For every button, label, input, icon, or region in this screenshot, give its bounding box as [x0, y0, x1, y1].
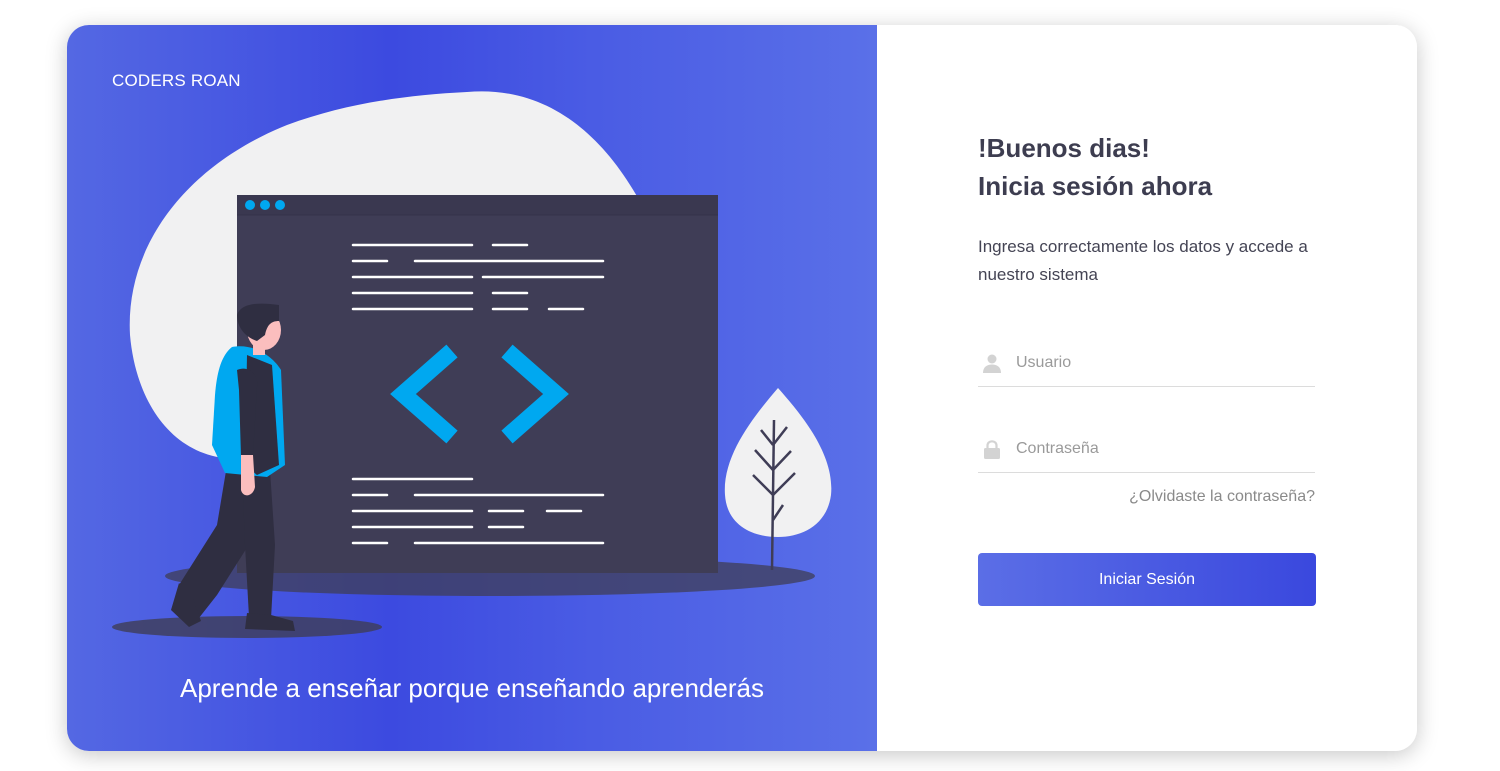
username-field[interactable]: [978, 340, 1315, 387]
window-dot: [275, 200, 285, 210]
user-icon: [982, 352, 1002, 374]
hero-panel: CODERS ROAN Aprende a enseñar porque ens…: [67, 25, 877, 751]
forgot-password-link[interactable]: ¿Olvidaste la contraseña?: [978, 488, 1315, 506]
password-input[interactable]: [1016, 440, 1296, 458]
hero-tagline: Aprende a enseñar porque enseñando apren…: [179, 673, 764, 703]
password-field[interactable]: [978, 426, 1315, 473]
login-heading: !Buenos dias! Inicia sesión ahora: [978, 129, 1212, 205]
greeting-text: !Buenos dias!: [978, 133, 1150, 163]
code-window-titlebar: [237, 195, 718, 215]
login-subtitle: Ingresa correctamente los datos y accede…: [978, 237, 1308, 284]
login-card: CODERS ROAN Aprende a enseñar porque ens…: [67, 25, 1417, 751]
lock-icon: [982, 438, 1002, 460]
login-button[interactable]: Iniciar Sesión: [978, 553, 1316, 606]
window-dot: [245, 200, 255, 210]
login-title: Inicia sesión ahora: [978, 171, 1213, 201]
code-window-illustration: [112, 91, 832, 638]
window-dot: [260, 200, 270, 210]
code-window: [237, 195, 718, 573]
username-input[interactable]: [1016, 354, 1296, 372]
login-panel: !Buenos dias! Inicia sesión ahora Ingres…: [877, 25, 1417, 751]
tree-leaf: [724, 388, 832, 537]
